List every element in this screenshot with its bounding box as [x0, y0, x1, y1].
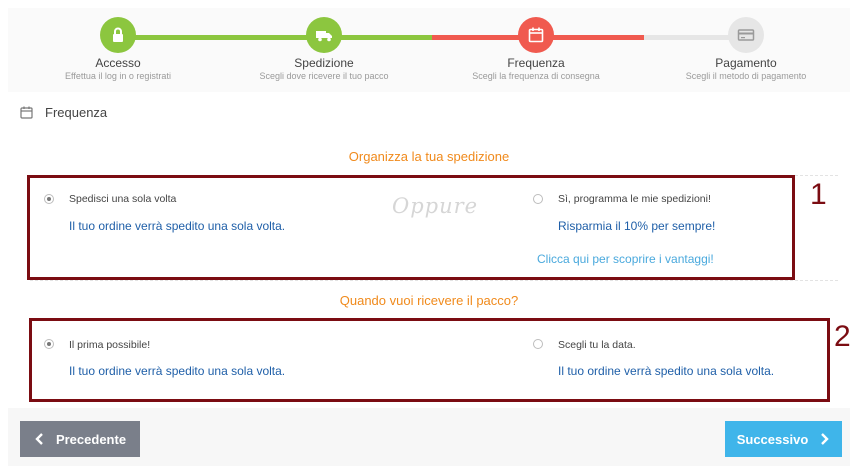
calendar-icon [518, 17, 554, 53]
deliver-asap-description: Il tuo ordine verrà spedito una sola vol… [69, 364, 286, 378]
radio-ship-recurring[interactable] [533, 194, 543, 204]
checkout-stepper: Accesso Effettua il log in o registrati … [8, 8, 850, 92]
previous-button[interactable]: Precedente [20, 421, 140, 457]
choose-date-label[interactable]: Scegli tu la data. [558, 339, 636, 351]
box-marker-2: 2 [834, 320, 851, 353]
chevron-right-icon [821, 433, 829, 445]
section-title: Frequenza [45, 104, 108, 120]
ship-once-label[interactable]: Spedisci una sola volta [69, 193, 176, 205]
checkout-page: Accesso Effettua il log in o registrati … [0, 0, 858, 466]
step-subtitle: Scegli dove ricevere il tuo pacco [259, 71, 389, 81]
step-title: Accesso [95, 56, 141, 70]
chevron-left-icon [35, 433, 43, 445]
delivery-question: Quando vuoi ricevere il pacco? [339, 293, 519, 308]
progress-track-done [332, 35, 432, 40]
step-subtitle: Effettua il log in o registrati [65, 71, 171, 81]
choose-date-description: Il tuo ordine verrà spedito una sola vol… [558, 364, 775, 378]
lock-icon [100, 17, 136, 53]
step-subtitle: Scegli il metodo di pagamento [685, 71, 807, 81]
step-title: Frequenza [507, 56, 565, 70]
radio-ship-once[interactable] [44, 194, 54, 204]
step-subtitle: Scegli la frequenza di consegna [472, 71, 600, 81]
delivery-options-box [29, 318, 830, 402]
ship-recurring-label[interactable]: Sì, programma le mie spedizioni! [558, 193, 711, 205]
section-header: Frequenza [20, 102, 107, 122]
deliver-asap-label[interactable]: Il prima possibile! [69, 339, 150, 351]
discover-benefits-link[interactable]: Clicca qui per scoprire i vantaggi! [537, 252, 714, 266]
next-button[interactable]: Successivo [725, 421, 842, 457]
credit-card-icon [728, 17, 764, 53]
oppure-separator: Oppure [392, 194, 479, 218]
progress-track-done [120, 35, 332, 40]
shipment-question: Organizza la tua spedizione [348, 149, 510, 164]
step-title: Spedizione [294, 56, 354, 70]
divider [30, 280, 838, 281]
radio-deliver-asap[interactable] [44, 339, 54, 349]
radio-choose-date[interactable] [533, 339, 543, 349]
calendar-icon [20, 106, 33, 119]
step-title: Pagamento [715, 56, 777, 70]
next-button-label: Successivo [736, 431, 809, 447]
box-marker-1: 1 [810, 178, 827, 211]
previous-button-label: Precedente [55, 431, 127, 447]
ship-once-description: Il tuo ordine verrà spedito una sola vol… [69, 219, 286, 233]
ship-recurring-description: Risparmia il 10% per sempre! [558, 219, 716, 233]
truck-icon [306, 17, 342, 53]
